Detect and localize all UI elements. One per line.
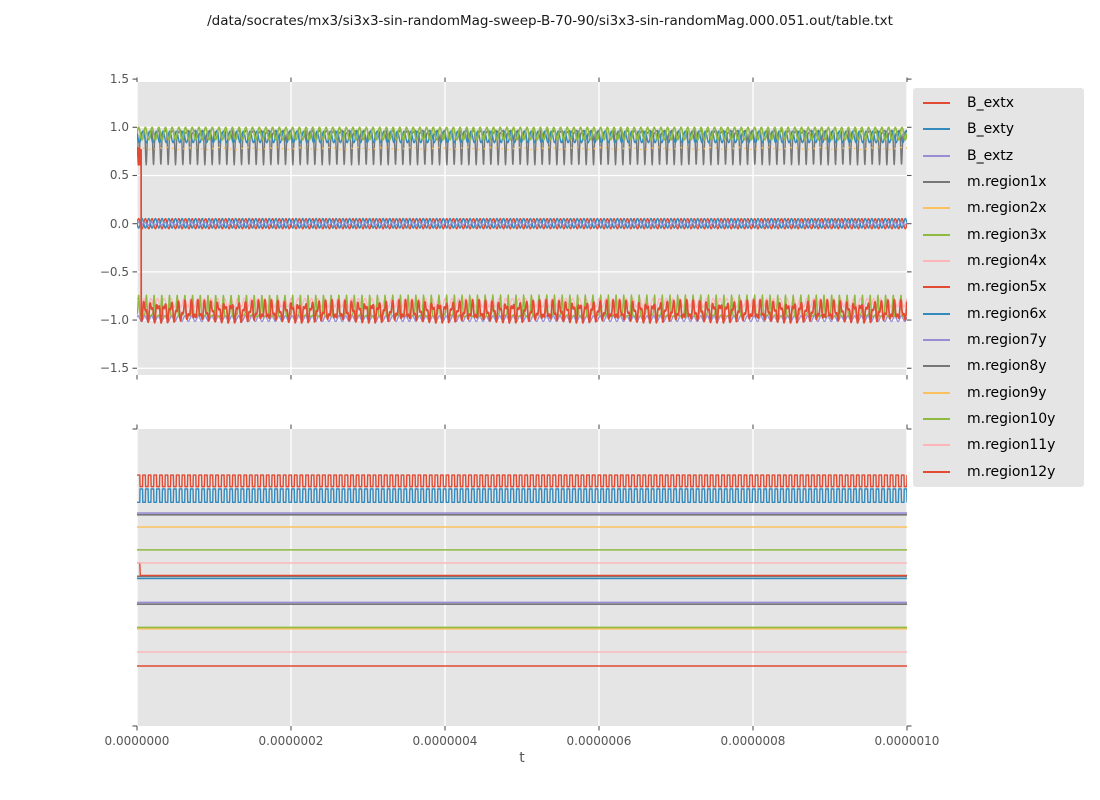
- x-tick-label: 0.0000008: [720, 734, 786, 748]
- legend-item: m.region1x: [913, 169, 1084, 195]
- legend-item: m.region8y: [913, 353, 1084, 379]
- legend-line-sample: [923, 286, 950, 289]
- legend-line-sample: [923, 312, 950, 315]
- legend-line-sample: [923, 365, 950, 368]
- legend-item-label: m.region2x: [967, 200, 1047, 217]
- legend-line-sample: [923, 207, 950, 210]
- bottom-plot-background: [137, 429, 907, 726]
- y-tick-label: 1.0: [109, 120, 129, 135]
- legend-item-label: m.region1x: [967, 174, 1047, 191]
- y-tick-label: 0.0: [109, 216, 129, 231]
- legend-line-sample: [923, 418, 950, 421]
- x-tick-label: 0.0000004: [412, 734, 478, 748]
- legend-item-label: m.region4x: [967, 253, 1047, 270]
- legend-item-label: B_exty: [967, 121, 1015, 138]
- legend-item-label: m.region9y: [967, 384, 1047, 401]
- legend-line-sample: [923, 260, 950, 263]
- y-tick-label: −1.5: [99, 361, 129, 376]
- x-tick-label: 0.0000006: [566, 734, 632, 748]
- legend-item: m.region5x: [913, 274, 1084, 300]
- y-tick-label: 0.5: [109, 168, 129, 183]
- legend-item: m.region12y: [913, 459, 1084, 485]
- legend-item-label: m.region10y: [967, 411, 1056, 428]
- legend-line-sample: [923, 102, 950, 105]
- legend-item: m.region6x: [913, 301, 1084, 327]
- legend-item-label: m.region5x: [967, 279, 1047, 296]
- x-tick-label: 0.0000002: [258, 734, 324, 748]
- legend-line-sample: [923, 339, 950, 342]
- top-plot-svg: [132, 77, 912, 380]
- legend-item: m.region4x: [913, 248, 1084, 274]
- legend-line-sample: [923, 444, 950, 447]
- legend-item: m.region10y: [913, 406, 1084, 432]
- y-tick-label: 1.5: [109, 72, 129, 87]
- legend-line-sample: [923, 154, 950, 157]
- legend-item-label: m.region3x: [967, 226, 1047, 243]
- series-line-blue-square-wave: [137, 488, 907, 504]
- legend-line-sample: [923, 181, 950, 184]
- y-tick-label: −0.5: [99, 264, 129, 279]
- y-tick-label: −1.0: [99, 313, 129, 328]
- x-tick-label: 0.0000000: [104, 734, 170, 748]
- legend-item: B_extz: [913, 143, 1084, 169]
- figure-title: /data/socrates/mx3/si3x3-sin-randomMag-s…: [207, 13, 893, 29]
- legend-item-label: m.region11y: [967, 437, 1056, 454]
- series-line-red-square-wave: [137, 474, 907, 488]
- legend-item-label: m.region8y: [967, 358, 1047, 375]
- legend: B_extx B_exty B_extz m.region1x m.region2x m.…: [913, 88, 1084, 487]
- legend-item-label: B_extx: [967, 95, 1015, 112]
- x-tick-label: 0.0000010: [874, 734, 940, 748]
- legend-item: m.region3x: [913, 222, 1084, 248]
- legend-item: m.region7y: [913, 327, 1084, 353]
- figure: /data/socrates/mx3/si3x3-sin-randomMag-s…: [0, 0, 1100, 800]
- legend-item: B_extx: [913, 90, 1084, 116]
- legend-line-sample: [923, 128, 950, 131]
- legend-item: m.region2x: [913, 195, 1084, 221]
- legend-item: m.region11y: [913, 432, 1084, 458]
- legend-item-label: m.region6x: [967, 305, 1047, 322]
- legend-item: B_exty: [913, 116, 1084, 142]
- legend-item-label: B_extz: [967, 147, 1014, 164]
- legend-item-label: m.region12y: [967, 463, 1056, 480]
- legend-item: m.region9y: [913, 380, 1084, 406]
- bottom-plot-svg: [132, 424, 912, 731]
- legend-line-sample: [923, 470, 950, 473]
- legend-line-sample: [923, 233, 950, 236]
- x-axis-label: t: [519, 750, 525, 766]
- legend-item-label: m.region7y: [967, 332, 1047, 349]
- legend-line-sample: [923, 391, 950, 394]
